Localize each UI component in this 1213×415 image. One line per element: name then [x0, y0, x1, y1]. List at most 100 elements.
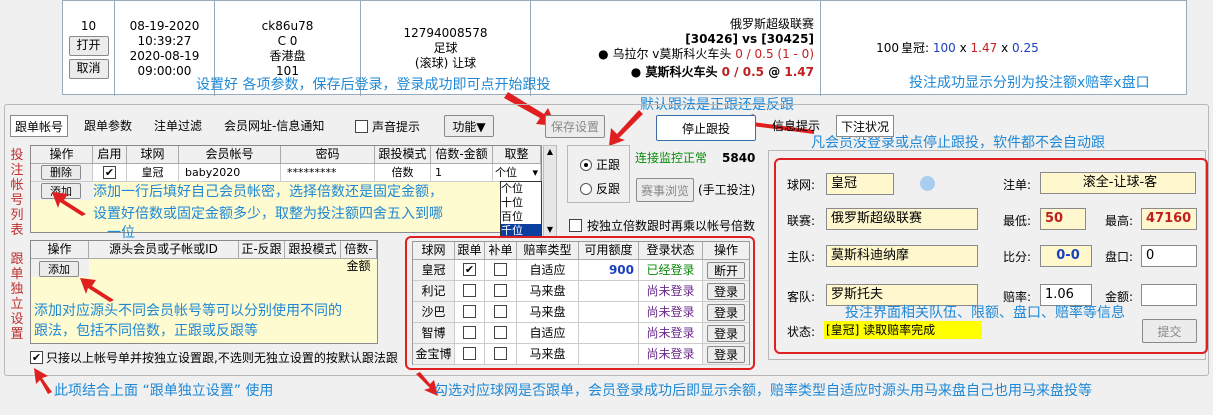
bet-home-field[interactable]: 莫斯科迪纳摩	[826, 245, 978, 267]
tab-bet-filter[interactable]: 注单过滤	[150, 115, 206, 137]
login-button[interactable]: 登录	[707, 283, 745, 300]
account-cell[interactable]: baby2020	[179, 164, 281, 182]
site-odds-type[interactable]: 自适应	[517, 323, 579, 344]
radio-follow-positive[interactable]	[580, 159, 592, 171]
radio-follow-negative[interactable]	[580, 183, 592, 195]
bet-hcp-field[interactable]: 0	[1141, 245, 1197, 267]
bet-amount-field[interactable]	[1141, 284, 1197, 306]
site-name: 金宝博	[413, 344, 455, 365]
save-settings-button[interactable]: 保存设置	[545, 115, 605, 138]
header-op: 操作	[31, 146, 93, 164]
site-odds-type[interactable]: 马来盘	[517, 344, 579, 365]
site-credit	[579, 344, 639, 365]
only-accept-label: 只接以上帐号单并按独立设置跟,不选则无独立设置的按默认跟法跟	[46, 351, 398, 365]
tab-bet-status[interactable]: 下注状况	[836, 115, 895, 137]
multiply-checkbox[interactable]	[569, 219, 582, 232]
multiplier-cell[interactable]: 1	[431, 164, 493, 182]
radio-positive-label: 正跟	[596, 158, 621, 172]
bet-score-field[interactable]: 0-0	[1040, 245, 1092, 267]
supplement-checkbox[interactable]	[494, 326, 507, 339]
tab-follow-params[interactable]: 跟单参数	[80, 115, 136, 137]
enable-checkbox[interactable]: ✔	[103, 166, 116, 179]
login-button[interactable]: 登录	[707, 325, 745, 342]
site-login-status: 尚未登录	[639, 302, 703, 323]
bet-away-field[interactable]: 罗斯托夫	[826, 284, 978, 306]
login-button[interactable]: 登录	[707, 304, 745, 321]
site-header-credit: 可用额度	[579, 242, 639, 260]
site-header-name: 球网	[413, 242, 455, 260]
scroll-down-icon[interactable]: ▼	[545, 225, 555, 235]
password-cell[interactable]: *********	[281, 164, 375, 182]
tab-info[interactable]: 信息提示	[768, 115, 824, 137]
bet-min-field[interactable]: 50	[1040, 208, 1086, 230]
bet-league-field[interactable]: 俄罗斯超级联赛	[826, 208, 978, 230]
disconnect-button[interactable]: 断开	[707, 262, 745, 279]
site-odds-type[interactable]: 马来盘	[517, 281, 579, 302]
account-scrollbar[interactable]: ▲ ▼	[543, 145, 557, 237]
site-login-status: 尚未登录	[639, 281, 703, 302]
supplement-checkbox[interactable]	[494, 263, 507, 276]
pick-at: @	[768, 65, 781, 79]
follow-checkbox[interactable]	[463, 347, 476, 360]
row-op-cell: 删除	[31, 164, 93, 182]
stop-follow-button[interactable]: 停止跟投	[656, 115, 756, 141]
add-independent-button[interactable]: 添加	[39, 261, 79, 277]
status-light-icon	[920, 176, 935, 191]
round-select[interactable]: 个位 ▾	[493, 164, 541, 182]
function-menu-button[interactable]: 功能▼	[444, 115, 494, 137]
delete-button[interactable]: 删除	[41, 165, 81, 180]
bet-odds-field[interactable]: 1.06	[1040, 284, 1092, 306]
enable-cell: ✔	[93, 164, 127, 182]
indep-header-op: 操作	[31, 241, 89, 259]
supplement-checkbox[interactable]	[494, 284, 507, 297]
supplement-checkbox[interactable]	[494, 347, 507, 360]
site-header-op: 操作	[703, 242, 749, 260]
follow-checkbox[interactable]	[463, 284, 476, 297]
follow-checkbox[interactable]: ✔	[463, 263, 476, 276]
site-op-cell: 登录	[703, 323, 749, 344]
cancel-button[interactable]: 取消	[68, 58, 109, 79]
login-button[interactable]: 登录	[707, 346, 745, 363]
bet-max-label: 最高:	[1105, 214, 1134, 228]
bet-max-field[interactable]: 47160	[1141, 208, 1197, 230]
site-odds-type[interactable]: 自适应	[517, 260, 579, 281]
site-odds-type[interactable]: 马来盘	[517, 302, 579, 323]
site-login-status: 已经登录	[639, 260, 703, 281]
bet-note-field[interactable]: 滚全-让球-客	[1040, 172, 1196, 194]
annotation-multiplier: 设置好倍数或固定金额多少，取整为投注额四舍五入到哪	[93, 206, 443, 222]
tab-follow-accounts[interactable]: 跟单帐号	[10, 115, 69, 137]
only-accept-checkbox[interactable]: ✔	[30, 351, 43, 364]
bet-date: 08-19-2020	[129, 18, 200, 33]
match-odds: 0 / 0.5 (1 - 0)	[735, 47, 814, 61]
round-dropdown: 个位 十位 百位 千位	[500, 181, 542, 238]
site-supplement-cell	[485, 281, 517, 302]
site-header-follow: 跟单	[455, 242, 485, 260]
connection-count: 5840	[722, 151, 756, 165]
sound-checkbox[interactable]	[355, 120, 368, 133]
site-cell[interactable]: 皇冠	[127, 164, 179, 182]
follow-checkbox[interactable]	[463, 326, 476, 339]
bet-type: (滚球) 让球	[414, 56, 477, 70]
odds-type: 香港盘	[269, 48, 306, 63]
round-option-hundreds[interactable]: 百位	[501, 210, 541, 224]
site-header-supplement: 补单	[485, 242, 517, 260]
submit-button[interactable]: 提交	[1142, 319, 1197, 343]
mode-cell[interactable]: 倍数	[375, 164, 431, 182]
pick-hcp: 0 / 0.5	[721, 65, 765, 79]
bet-site-field[interactable]: 皇冠	[826, 173, 894, 195]
browse-events-button[interactable]: 赛事浏览	[636, 178, 694, 202]
tab-member-url[interactable]: 会员网址-信息通知	[220, 115, 328, 137]
follow-checkbox[interactable]	[463, 305, 476, 318]
bet-site-label: 球网:	[787, 178, 816, 192]
pick-odds: 1.47	[784, 65, 814, 79]
scroll-up-icon[interactable]: ▲	[545, 147, 555, 157]
result-amount: 100	[932, 41, 956, 55]
bet-amount: 100	[876, 41, 899, 55]
open-button[interactable]: 打开	[68, 35, 109, 56]
match-time: 09:00:00	[137, 63, 192, 78]
result-line: 皇冠: 100 x 1.47 x 0.25	[901, 41, 1039, 56]
round-option-ones[interactable]: 个位	[501, 182, 541, 196]
round-option-tens[interactable]: 十位	[501, 196, 541, 210]
site-supplement-cell	[485, 344, 517, 365]
supplement-checkbox[interactable]	[494, 305, 507, 318]
